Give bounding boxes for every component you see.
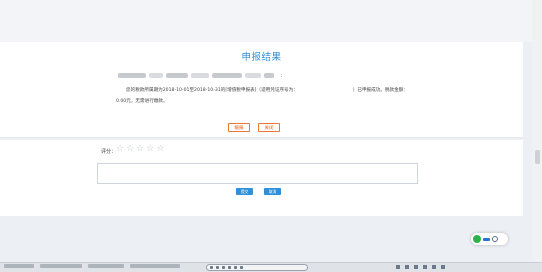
masked-text — [212, 73, 242, 78]
submit-button[interactable]: 提交 — [236, 188, 253, 195]
masked-text — [264, 73, 274, 78]
taskbar-icon[interactable] — [228, 266, 231, 269]
taskbar-icon[interactable] — [234, 266, 237, 269]
refresh-icon[interactable] — [492, 236, 498, 242]
taskbar-right — [396, 265, 445, 269]
result-message-line1: 您的税款所属期为2018-10-01至2018-10-31的[增值税申报表]（适… — [126, 87, 408, 93]
chat-icon[interactable] — [473, 235, 481, 243]
tray-icon[interactable] — [414, 265, 418, 269]
masked-text — [118, 73, 146, 78]
masked-recipient: ： — [118, 72, 285, 79]
tray-icon[interactable] — [423, 265, 427, 269]
bar-icon[interactable] — [483, 237, 490, 241]
masked-suffix: ： — [280, 73, 286, 79]
masked-text — [166, 73, 188, 78]
result-panel: 申报结果 ： 您的税款所属期为2018-10-01至2018-10-31的[增值… — [0, 42, 523, 138]
taskbar-center-pill[interactable] — [206, 264, 308, 271]
scrollbar-thumb[interactable] — [535, 150, 540, 164]
taskbar-icon[interactable] — [240, 266, 243, 269]
result-title: 申报结果 — [241, 52, 282, 63]
star-icon[interactable]: ☆ — [146, 145, 154, 154]
result-message-line2: 0.00元，无需进行缴款。 — [116, 99, 168, 104]
result-message-part-b: ）已申报成功。税款金额： — [352, 88, 408, 93]
blurred-text — [130, 264, 180, 268]
close-button[interactable]: 关闭 — [258, 123, 280, 132]
masked-text — [191, 73, 209, 78]
taskbar-left — [4, 264, 180, 268]
masked-text — [245, 73, 261, 78]
star-rating: ☆ ☆ ☆ ☆ ☆ — [116, 145, 164, 154]
top-strip — [0, 0, 542, 42]
taskbar-icon[interactable] — [210, 266, 213, 269]
star-icon[interactable]: ☆ — [136, 145, 144, 154]
print-button[interactable]: 缓报 — [228, 123, 250, 132]
tray-icon[interactable] — [441, 265, 445, 269]
taskbar-icon[interactable] — [216, 266, 219, 269]
floating-assistant-widget[interactable] — [471, 233, 508, 245]
tray-icon[interactable] — [432, 265, 436, 269]
rating-label: 评分： — [101, 149, 117, 155]
result-message-part-a: 您的税款所属期为2018-10-01至2018-10-31的[增值税申报表]（适… — [126, 88, 298, 93]
star-icon[interactable]: ☆ — [156, 145, 164, 154]
comment-textarea[interactable] — [97, 163, 418, 184]
star-icon[interactable]: ☆ — [126, 145, 134, 154]
taskbar-icon[interactable] — [222, 266, 225, 269]
masked-text — [149, 73, 163, 78]
blurred-text — [88, 264, 124, 268]
blurred-text — [4, 264, 34, 268]
tray-icon[interactable] — [396, 265, 400, 269]
blurred-text — [40, 264, 82, 268]
star-icon[interactable]: ☆ — [116, 145, 124, 154]
cancel-button[interactable]: 取消 — [264, 188, 281, 195]
page-scrollbar[interactable] — [532, 0, 542, 262]
rating-panel: 评分： ☆ ☆ ☆ ☆ ☆ 提交 取消 — [0, 140, 523, 216]
tray-icon[interactable] — [405, 265, 409, 269]
